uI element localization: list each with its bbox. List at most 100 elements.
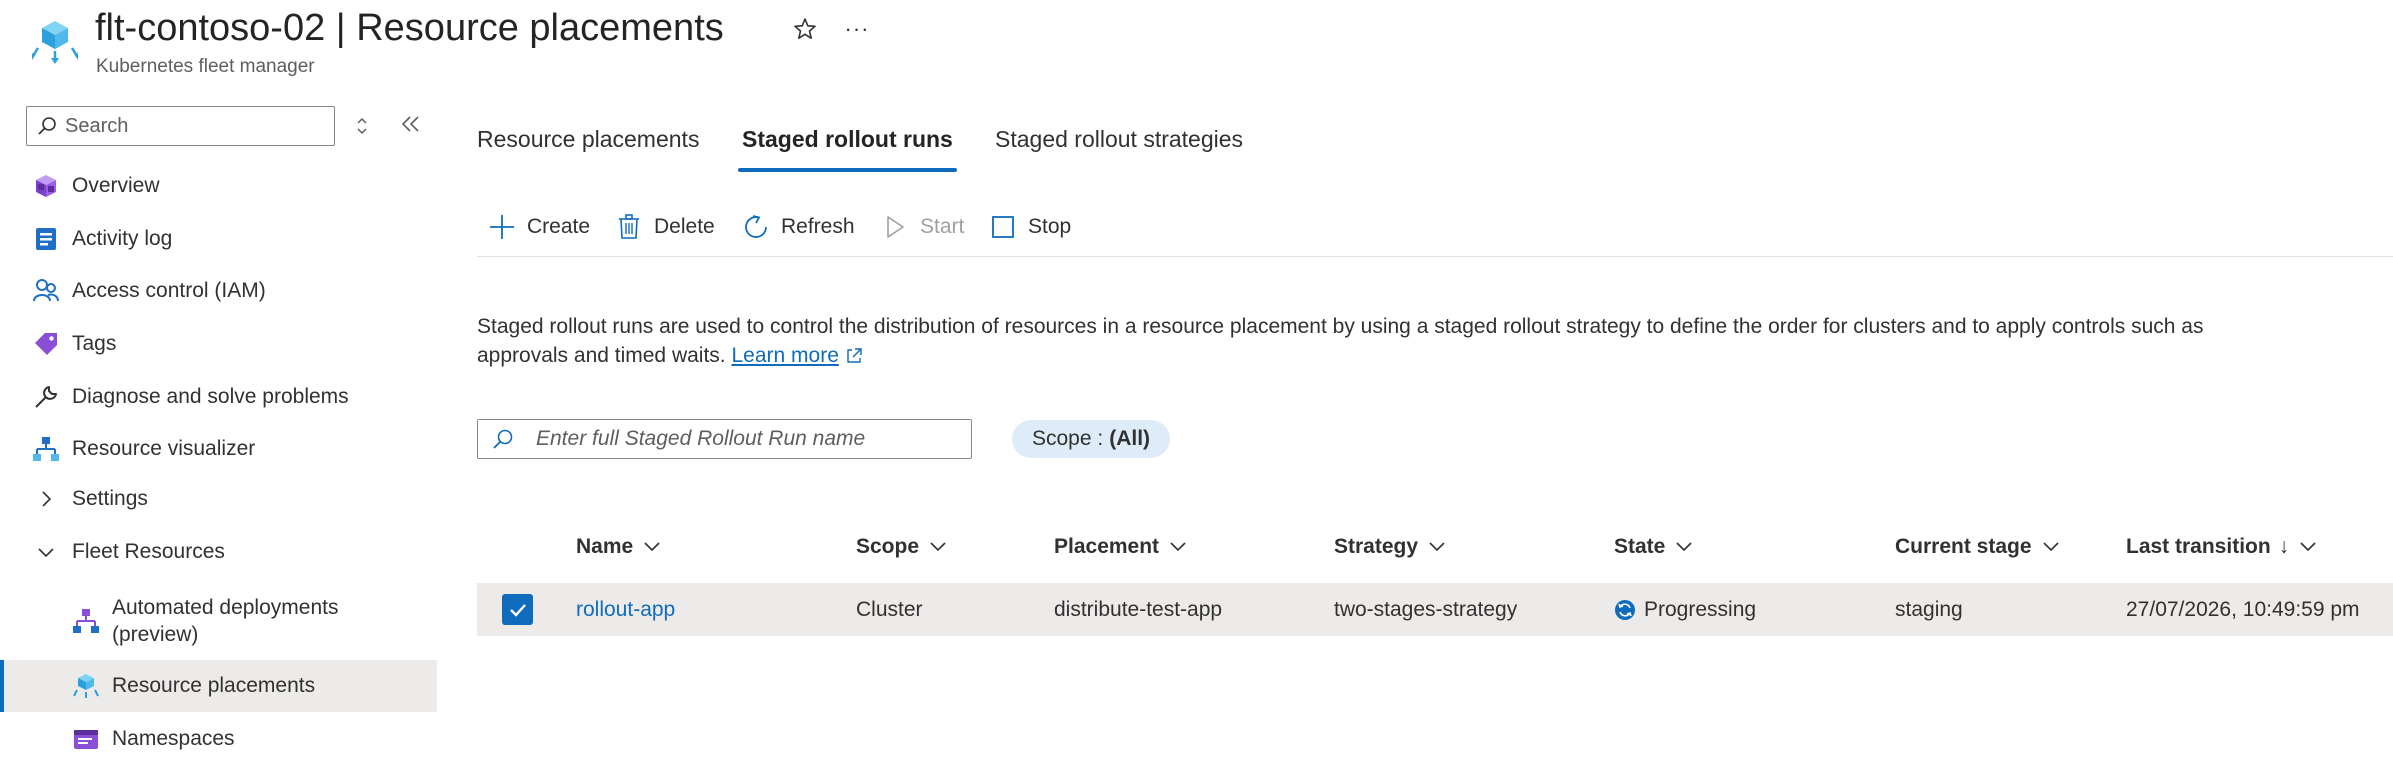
state-label: Progressing (1644, 598, 1757, 621)
run-name-link[interactable]: rollout-app (576, 596, 675, 624)
sidebar-sort-button[interactable] (352, 112, 372, 140)
column-header-label: State (1614, 535, 1666, 558)
column-header-label: Placement (1054, 535, 1160, 558)
column-header-current-stage[interactable]: Current stage (1895, 532, 2060, 562)
run-name-filter-input[interactable]: Enter full Staged Rollout Run name (477, 419, 972, 459)
sidebar-item-label: Resource visualizer (72, 437, 256, 460)
stop-button[interactable]: Stop (988, 210, 1071, 244)
start-button[interactable]: Start (880, 210, 964, 244)
column-header-last-transition[interactable]: Last transition ↓ (2126, 532, 2317, 562)
column-header-label: Scope (856, 535, 920, 558)
sidebar-search-input[interactable]: Search (26, 106, 335, 146)
page-title: flt-contoso-02 | Resource placements (95, 4, 724, 52)
sidebar-item-fleet-resources[interactable]: Fleet Resources (0, 527, 437, 577)
create-button[interactable]: Create (487, 210, 590, 244)
sidebar-search-placeholder: Search (65, 114, 129, 137)
trash-icon (614, 212, 644, 242)
overview-icon (32, 172, 60, 200)
tag-icon (32, 330, 60, 358)
sidebar-item-activity-log[interactable]: Activity log (0, 214, 437, 264)
refresh-button[interactable]: Refresh (741, 210, 855, 244)
learn-more-link[interactable]: Learn more (731, 344, 838, 367)
sidebar-item-label: Automated deployments (preview) (112, 596, 339, 646)
create-label: Create (527, 215, 591, 238)
tab-resource-placements[interactable]: Resource placements (477, 126, 699, 172)
cell-current-stage: staging (1895, 598, 1963, 621)
sidebar-item-resource-visualizer[interactable]: Resource visualizer (0, 424, 437, 474)
cell-placement: distribute-test-app (1054, 598, 1223, 621)
cell-scope: Cluster (856, 598, 923, 621)
stop-icon (988, 212, 1018, 242)
start-label: Start (920, 215, 965, 238)
column-header-strategy[interactable]: Strategy (1334, 532, 1446, 562)
sidebar-item-namespaces[interactable]: Namespaces (0, 714, 437, 761)
page-name: Resource placements (356, 7, 724, 49)
collapse-sidebar-button[interactable] (398, 110, 424, 138)
search-icon (493, 429, 513, 449)
delete-label: Delete (654, 215, 715, 238)
more-options-button[interactable]: ··· (840, 14, 874, 44)
star-icon (794, 18, 816, 40)
column-header-state[interactable]: State (1614, 532, 1693, 562)
cell-last-transition: 27/07/2026, 10:49:59 pm (2126, 598, 2360, 621)
chevron-right-icon (32, 485, 60, 513)
chevron-down-icon (643, 541, 661, 553)
column-header-name[interactable]: Name (576, 532, 661, 562)
play-icon (880, 212, 910, 242)
sidebar-item-resource-placements[interactable]: Resource placements (0, 660, 437, 712)
external-link-icon (847, 348, 862, 364)
more-icon: ··· (844, 16, 870, 41)
cell-state: Progressing (1614, 596, 1756, 624)
sidebar-item-label: Fleet Resources (72, 540, 225, 563)
stop-label: Stop (1028, 215, 1072, 238)
sidebar-item-label: Tags (72, 332, 117, 355)
tab-staged-rollout-strategies[interactable]: Staged rollout strategies (995, 126, 1243, 172)
title-separator: | (335, 7, 346, 49)
column-header-label: Strategy (1334, 535, 1419, 558)
chevron-down-icon (2299, 541, 2317, 553)
tab-staged-rollout-runs[interactable]: Staged rollout runs (738, 126, 957, 172)
chevron-down-icon (2042, 541, 2060, 553)
visualizer-icon (32, 435, 60, 463)
checkmark-icon (509, 603, 526, 617)
delete-button[interactable]: Delete (614, 210, 715, 244)
description-text: Staged rollout runs are used to control … (477, 312, 2277, 370)
search-icon (38, 117, 56, 135)
people-icon (32, 277, 60, 305)
column-header-label: Current stage (1895, 535, 2032, 558)
scope-label: Scope : (1032, 427, 1104, 450)
chevron-down-icon (1169, 541, 1187, 553)
filter-placeholder: Enter full Staged Rollout Run name (536, 427, 866, 450)
chevron-down-icon (1428, 541, 1446, 553)
chevron-down-icon (1675, 541, 1693, 553)
scope-value: (All) (1109, 427, 1151, 450)
sidebar-item-label: Settings (72, 487, 148, 510)
favorite-button[interactable] (790, 14, 820, 44)
sidebar-item-overview[interactable]: Overview (0, 161, 437, 211)
sidebar-item-tags[interactable]: Tags (0, 319, 437, 369)
column-header-label: Name (576, 535, 634, 558)
sidebar-item-label: Activity log (72, 227, 173, 250)
sidebar-item-label: Overview (72, 174, 160, 197)
sidebar-item-automated-deployments[interactable]: Automated deployments (preview) (0, 590, 437, 652)
scope-filter-pill[interactable]: Scope : (All) (1012, 420, 1171, 458)
sidebar-item-settings[interactable]: Settings (0, 474, 437, 524)
sidebar-item-label: Diagnose and solve problems (72, 385, 349, 408)
deployments-icon (72, 607, 100, 635)
double-chevron-left-icon (401, 116, 419, 132)
fleet-manager-icon (31, 18, 79, 64)
resource-name: flt-contoso-02 (95, 7, 326, 49)
activity-log-icon (32, 225, 60, 253)
column-header-scope[interactable]: Scope (856, 532, 947, 562)
sidebar-item-diagnose[interactable]: Diagnose and solve problems (0, 372, 437, 422)
resource-type-subtitle: Kubernetes fleet manager (96, 56, 315, 77)
refresh-icon (741, 212, 771, 242)
column-header-placement[interactable]: Placement (1054, 532, 1187, 562)
placement-icon (72, 672, 100, 700)
sidebar-item-access-control[interactable]: Access control (IAM) (0, 266, 437, 316)
refresh-label: Refresh (781, 215, 855, 238)
namespaces-icon (72, 725, 100, 753)
cell-strategy: two-stages-strategy (1334, 598, 1518, 621)
sidebar-item-label: Access control (IAM) (72, 279, 266, 302)
row-checkbox[interactable] (502, 594, 533, 625)
